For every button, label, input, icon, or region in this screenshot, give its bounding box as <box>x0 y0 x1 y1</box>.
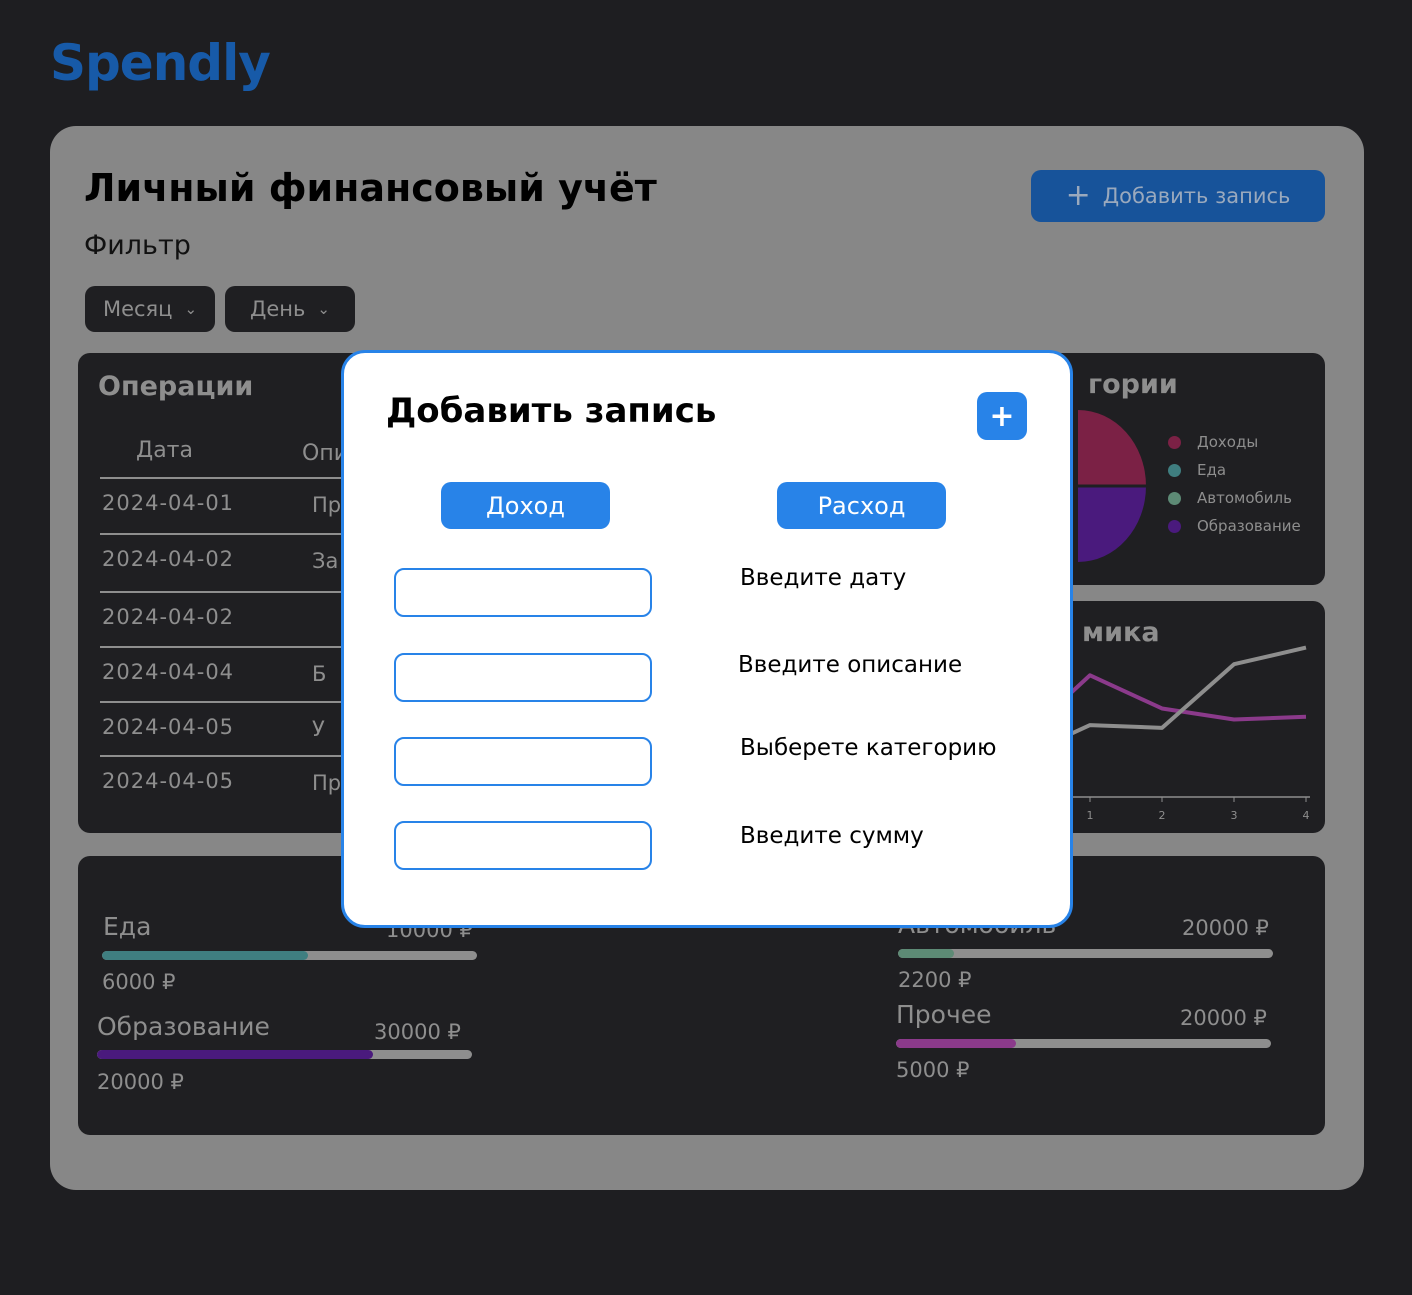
budget-spent: 2200 ₽ <box>898 968 972 992</box>
chevron-down-icon: ⌄ <box>184 300 198 318</box>
budget-progress-fill <box>97 1050 373 1059</box>
table-row[interactable]: 2024-04-01 Пр <box>100 477 378 534</box>
income-type-button[interactable]: Доход <box>441 482 610 529</box>
day-filter-label: День <box>249 297 306 321</box>
operation-date: 2024-04-05 <box>102 715 235 739</box>
plus-icon: + <box>989 398 1015 434</box>
add-record-button[interactable]: + Добавить запись <box>1031 170 1325 222</box>
legend-dot <box>1168 519 1181 533</box>
operations-panel: Операции Дата Опи 2024-04-01 Пр 2024-04-… <box>78 353 378 833</box>
legend-dot <box>1168 435 1181 449</box>
amount-input[interactable] <box>394 821 652 870</box>
modal-title: Добавить запись <box>386 391 717 431</box>
budget-limit: 30000 ₽ <box>374 1020 461 1044</box>
chevron-down-icon: ⌄ <box>317 300 330 318</box>
app-logo: Spendly <box>50 34 271 92</box>
operation-desc: За <box>312 549 339 573</box>
month-filter-dropdown[interactable]: Месяц ⌄ <box>85 286 215 332</box>
legend-label: Образование <box>1197 517 1301 535</box>
expense-type-button[interactable]: Расход <box>777 482 946 529</box>
budget-limit: 20000 ₽ <box>1182 916 1269 940</box>
category-input[interactable] <box>394 737 652 786</box>
operation-desc: Пр <box>312 771 342 795</box>
budget-progress-fill <box>898 949 955 958</box>
pie-slice-education <box>1078 486 1146 562</box>
legend-label: Еда <box>1197 461 1227 479</box>
x-tick-label: 4 <box>1303 809 1310 822</box>
budget-progress-fill <box>896 1039 1016 1048</box>
legend-item: Доходы <box>1168 428 1301 456</box>
operation-date: 2024-04-04 <box>102 660 235 684</box>
legend-dot <box>1168 491 1181 505</box>
operation-date: 2024-04-01 <box>102 491 235 515</box>
filter-label: Фильтр <box>84 230 191 261</box>
table-row[interactable]: 2024-04-04 Б <box>100 646 378 703</box>
plus-icon: + <box>1065 178 1091 213</box>
operation-desc: Пр <box>312 493 342 517</box>
budget-label: Образование <box>97 1012 270 1041</box>
operation-desc: У <box>312 717 325 741</box>
operation-desc: Б <box>312 662 327 686</box>
amount-field-label: Введите сумму <box>740 823 924 849</box>
table-row[interactable]: 2024-04-05 У <box>100 701 378 758</box>
x-tick-label: 1 <box>1087 809 1094 822</box>
budget-spent: 5000 ₽ <box>896 1058 970 1082</box>
description-field-label: Введите описание <box>738 652 963 678</box>
operations-header-date: Дата <box>136 438 193 463</box>
category-field-label: Выберете категорию <box>740 735 997 761</box>
month-filter-label: Месяц <box>102 297 173 321</box>
add-record-label: Добавить запись <box>1102 184 1291 208</box>
x-tick-label: 2 <box>1159 809 1166 822</box>
table-row[interactable]: 2024-04-02 За <box>100 533 378 590</box>
legend-item: Образование <box>1168 512 1301 540</box>
legend-dot <box>1168 463 1181 477</box>
date-input[interactable] <box>394 568 652 617</box>
legend-item: Автомобиль <box>1168 484 1301 512</box>
modal-add-button[interactable]: + <box>977 392 1027 440</box>
legend-label: Доходы <box>1197 433 1259 451</box>
budget-spent: 6000 ₽ <box>102 970 176 994</box>
day-filter-dropdown[interactable]: День ⌄ <box>225 286 355 332</box>
add-record-modal: Добавить запись + Доход Расход Введите д… <box>341 350 1073 928</box>
budget-limit: 20000 ₽ <box>1180 1006 1267 1030</box>
operation-date: 2024-04-02 <box>102 605 235 629</box>
legend-label: Автомобиль <box>1197 489 1292 507</box>
table-row[interactable]: 2024-04-05 Пр <box>100 755 378 812</box>
budget-progress-bar <box>97 1050 472 1059</box>
x-tick-label: 3 <box>1231 809 1238 822</box>
pie-slice-income <box>1078 410 1146 486</box>
table-row[interactable]: 2024-04-02 <box>100 591 378 648</box>
description-input[interactable] <box>394 653 652 702</box>
date-field-label: Введите дату <box>740 565 907 591</box>
budget-progress-fill <box>102 951 309 960</box>
budget-progress-bar <box>898 949 1273 958</box>
budget-label: Прочее <box>896 1000 992 1029</box>
categories-legend: Доходы Еда Автомобиль Образование <box>1168 428 1301 540</box>
operation-date: 2024-04-02 <box>102 547 235 571</box>
operation-date: 2024-04-05 <box>102 769 235 793</box>
budget-label: Еда <box>103 912 152 941</box>
legend-item: Еда <box>1168 456 1301 484</box>
page-title: Личный финансовый учёт <box>84 166 657 210</box>
budget-progress-bar <box>896 1039 1271 1048</box>
budget-progress-bar <box>102 951 477 960</box>
operations-title: Операции <box>98 371 254 402</box>
budget-spent: 20000 ₽ <box>97 1070 184 1094</box>
